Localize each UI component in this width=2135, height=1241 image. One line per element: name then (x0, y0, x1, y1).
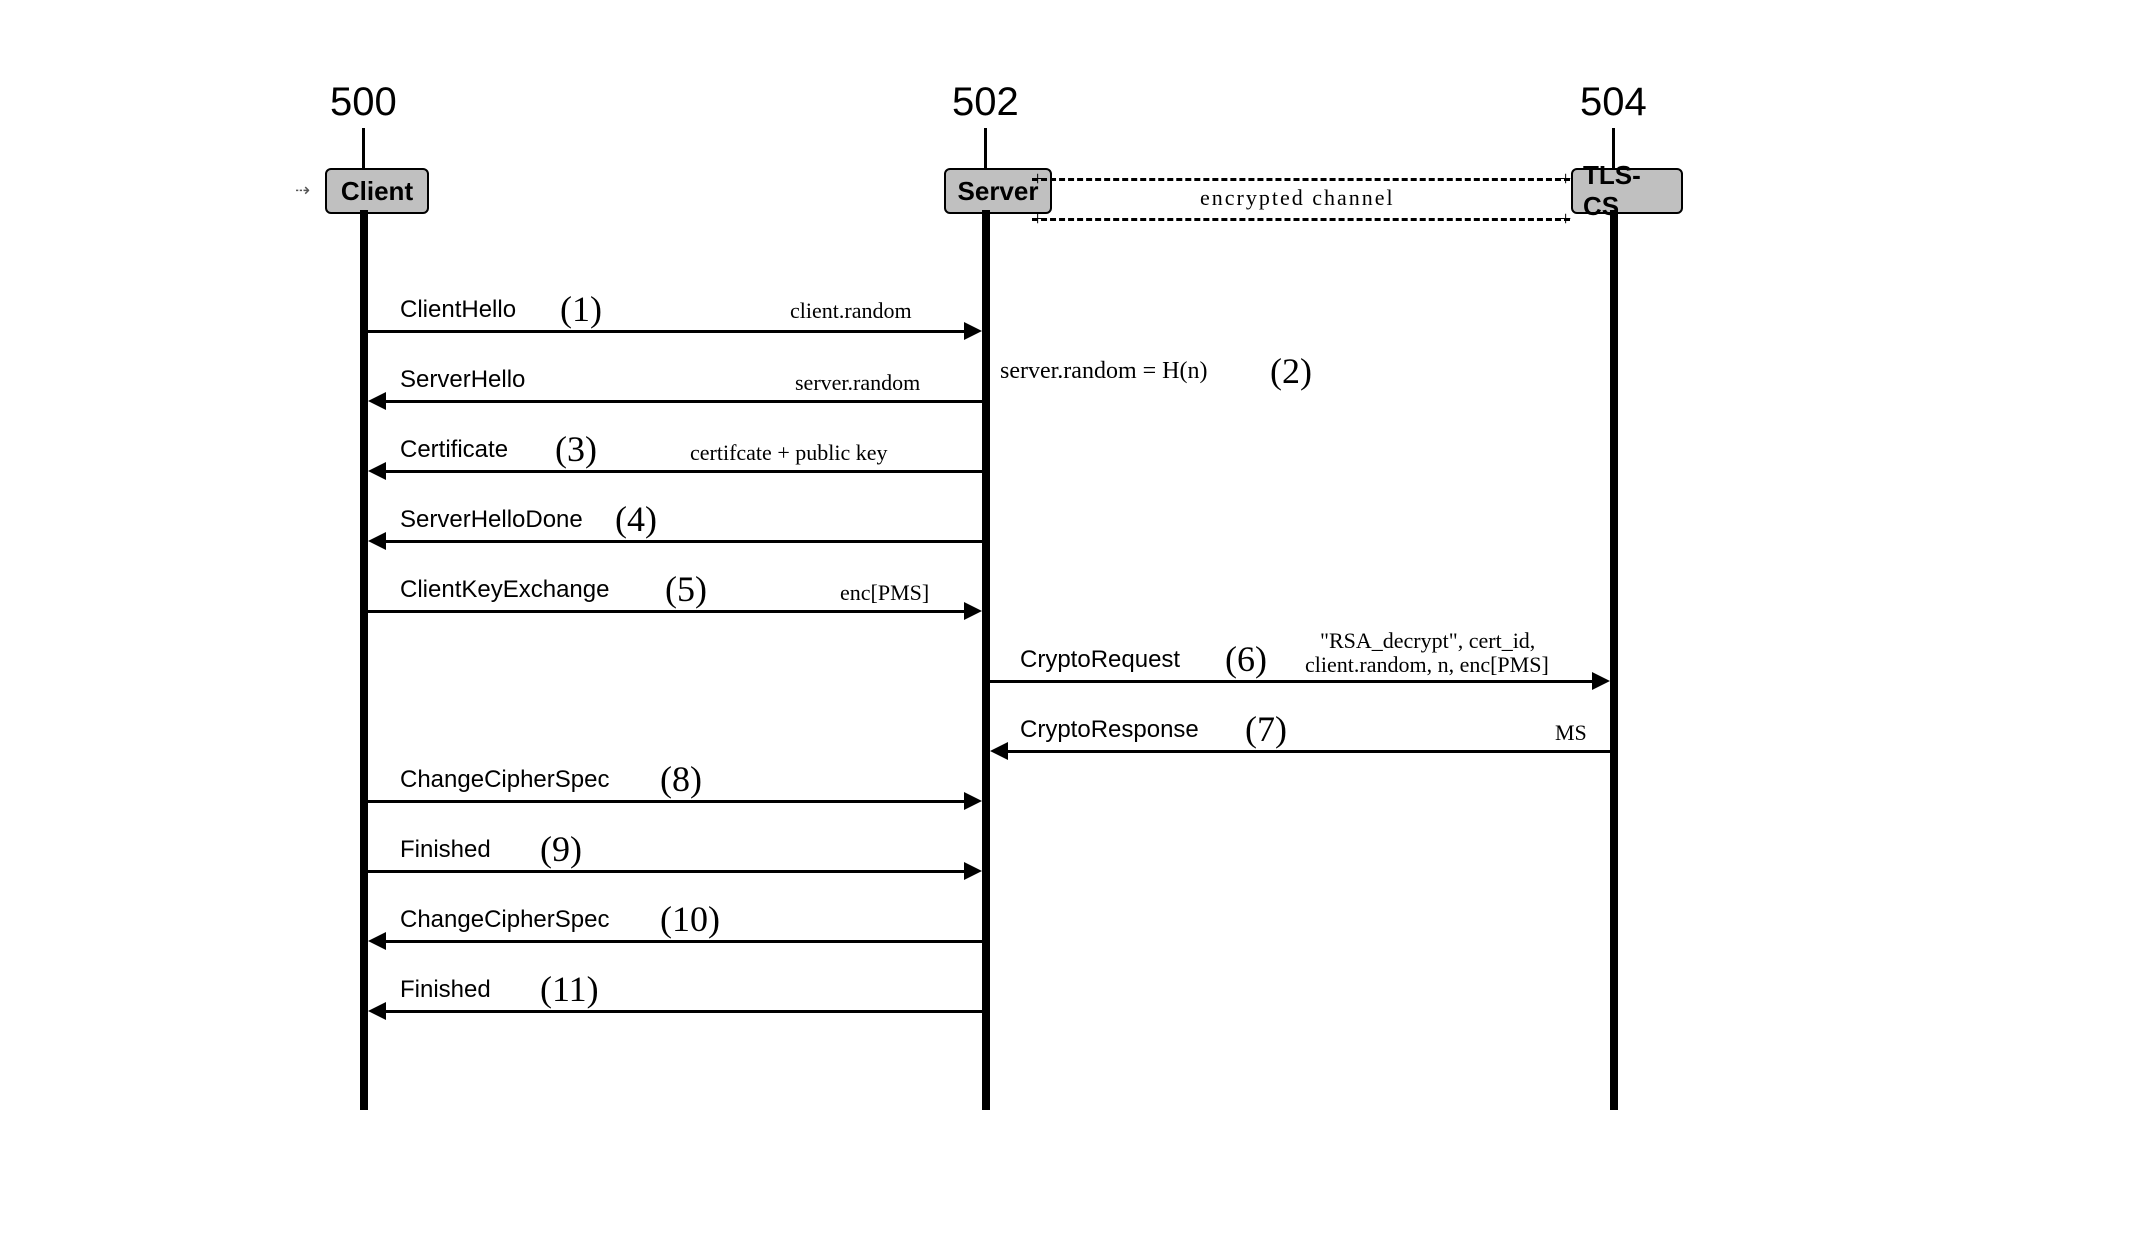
m6-line (990, 680, 1592, 683)
m6-head (1592, 672, 1610, 690)
m10-line (386, 940, 982, 943)
m9-name: Finished (400, 836, 491, 864)
client-ref-tick (362, 128, 365, 168)
m7-step: (7) (1245, 708, 1287, 750)
m9-step: (9) (540, 828, 582, 870)
m11-head (368, 1002, 386, 1020)
m11-name: Finished (400, 976, 491, 1004)
m2-head (368, 392, 386, 410)
m4-head (368, 532, 386, 550)
client-label: Client (341, 176, 413, 207)
m6-step: (6) (1225, 638, 1267, 680)
m4-step: (4) (615, 498, 657, 540)
m6-name: CryptoRequest (1020, 646, 1180, 674)
m3-step: (3) (555, 428, 597, 470)
m10-head (368, 932, 386, 950)
encrypted-channel-top (1032, 178, 1570, 181)
m6-payload-l2: client.random, n, enc[PMS] (1305, 652, 1549, 678)
m7-payload: MS (1555, 720, 1587, 746)
m7-head (990, 742, 1008, 760)
m5-payload: enc[PMS] (840, 580, 929, 606)
plus-br: + (1560, 208, 1571, 231)
encrypted-channel-bottom (1032, 218, 1570, 221)
m3-name: Certificate (400, 436, 508, 464)
m2-line (386, 400, 982, 403)
m4-name: ServerHelloDone (400, 506, 583, 534)
m3-head (368, 462, 386, 480)
server-lifeline (982, 210, 990, 1110)
client-lifeline (360, 210, 368, 1110)
tlscs-label: TLS-CS (1583, 160, 1671, 222)
m3-line (386, 470, 982, 473)
m1-name: ClientHello (400, 296, 516, 324)
sequence-diagram: 500 502 504 ⇢ Client Server TLS-CS + + +… (0, 0, 2135, 1241)
server-ref-tick (984, 128, 987, 168)
m8-head (964, 792, 982, 810)
m9-head (964, 862, 982, 880)
plus-bl: + (1032, 208, 1043, 231)
client-actor: Client (325, 168, 429, 214)
m1-step: (1) (560, 288, 602, 330)
m11-step: (11) (540, 968, 599, 1010)
m1-head (964, 322, 982, 340)
plus-tl: + (1032, 168, 1043, 191)
m5-head (964, 602, 982, 620)
m6-payload-l1: "RSA_decrypt", cert_id, (1320, 628, 1535, 654)
m2-payload: server.random (795, 370, 920, 396)
m8-name: ChangeCipherSpec (400, 766, 609, 794)
server-label: Server (958, 176, 1039, 207)
m3-payload: certifcate + public key (690, 440, 887, 466)
m11-line (386, 1010, 982, 1013)
m7-name: CryptoResponse (1020, 716, 1199, 744)
m2-name: ServerHello (400, 366, 525, 394)
m5-step: (5) (665, 568, 707, 610)
m10-step: (10) (660, 898, 720, 940)
m10-name: ChangeCipherSpec (400, 906, 609, 934)
side-annotation: ⇢ (295, 180, 310, 201)
server-note: server.random = H(n) (1000, 358, 1207, 385)
server-ref: 502 (952, 80, 1019, 125)
encrypted-channel-label: encrypted channel (1200, 185, 1395, 211)
m8-step: (8) (660, 758, 702, 800)
m2-step-right: (2) (1270, 350, 1312, 392)
m9-line (368, 870, 964, 873)
tlscs-ref: 504 (1580, 80, 1647, 125)
plus-tr: + (1560, 168, 1571, 191)
tlscs-actor: TLS-CS (1571, 168, 1683, 214)
m5-line (368, 610, 964, 613)
m8-line (368, 800, 964, 803)
m1-payload: client.random (790, 298, 912, 324)
tlscs-lifeline (1610, 210, 1618, 1110)
client-ref: 500 (330, 80, 397, 125)
m7-line (1008, 750, 1610, 753)
m5-name: ClientKeyExchange (400, 576, 609, 604)
m1-line (368, 330, 964, 333)
m4-line (386, 540, 982, 543)
